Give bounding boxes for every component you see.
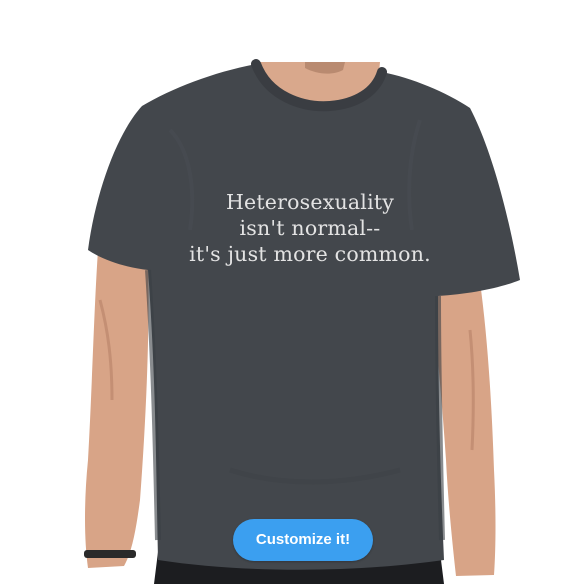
print-line-3: it's just more common.: [189, 242, 431, 266]
tshirt-model-photo: [84, 59, 520, 584]
customize-button[interactable]: Customize it!: [233, 519, 373, 561]
shirt-print-text: Heterosexuality isn't normal-- it's just…: [160, 189, 460, 267]
print-line-1: Heterosexuality: [225, 190, 395, 214]
product-preview: Heterosexuality isn't normal-- it's just…: [0, 0, 584, 584]
print-line-2: isn't normal--: [239, 216, 381, 240]
